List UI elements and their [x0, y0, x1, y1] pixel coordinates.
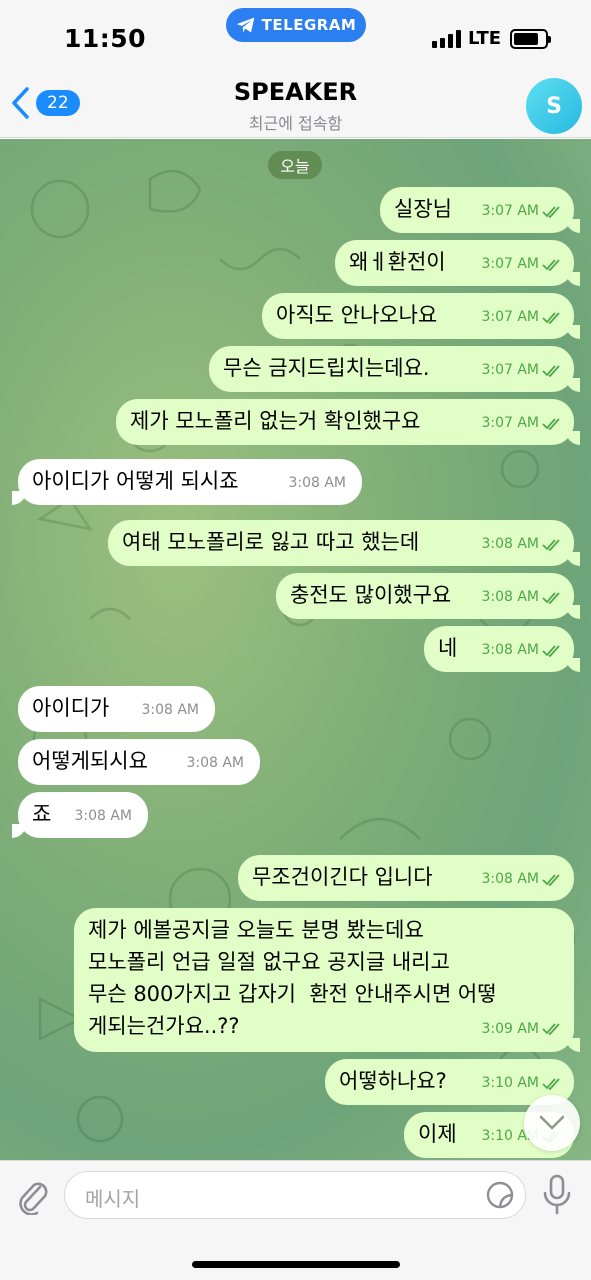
message-text: 여태 모노폴리로 잃고 따고 했는데 — [122, 530, 420, 554]
message-bubble-outgoing[interactable]: 무조건이긴다 입니다 3:08 AM — [238, 855, 574, 901]
message-text: 무슨 금지드립치는데요. — [223, 356, 430, 380]
message-meta: 3:08 AM — [481, 636, 562, 665]
message-bubble-outgoing[interactable]: 충전도 많이했구요 3:08 AM — [276, 573, 580, 619]
message-text: 아이디가 어떻게 되시죠 — [32, 469, 239, 493]
message-text: 왜ㅔ환전이 — [349, 250, 446, 274]
status-bar: 11:50 TELEGRAM LTE — [0, 0, 591, 66]
telegram-pill-label: TELEGRAM — [261, 16, 357, 34]
message-meta: 3:10 AM — [481, 1069, 562, 1098]
message-text: 죠 — [32, 802, 52, 826]
message-text: 실장님 — [394, 197, 452, 221]
message-meta: 3:08 AM — [74, 802, 132, 831]
message-bubble-outgoing[interactable]: 네 3:08 AM — [424, 626, 580, 672]
message-input-placeholder: 메시지 — [85, 1187, 141, 1211]
chat-title[interactable]: SPEAKER — [0, 78, 591, 106]
message-meta: 3:09 AM — [481, 1013, 562, 1045]
message-text: 제가 에볼공지글 오늘도 분명 봤는데요 모노폴리 언급 일절 없구요 공지글 … — [88, 918, 497, 1038]
message-time: 3:07 AM — [481, 362, 539, 378]
telegram-icon — [236, 17, 254, 33]
chat-area[interactable]: 오늘 실장님 3:07 AM 왜ㅔ환전이 3:07 AM 아직도 안나오나요 3… — [0, 139, 591, 1160]
signal-icon — [432, 30, 461, 48]
message-meta: 3:08 AM — [141, 696, 199, 725]
message-text: 이제 — [418, 1122, 457, 1146]
message-text: 아이디가 — [32, 696, 110, 720]
message-time: 3:07 AM — [481, 256, 539, 272]
double-check-icon — [542, 364, 560, 377]
double-check-icon — [542, 417, 560, 430]
microphone-icon[interactable] — [540, 1173, 574, 1217]
message-meta: 3:08 AM — [186, 749, 244, 778]
double-check-icon — [542, 311, 560, 324]
message-time: 3:08 AM — [481, 642, 539, 658]
message-meta: 3:08 AM — [288, 469, 346, 498]
message-time: 3:08 AM — [186, 755, 244, 771]
message-meta: 3:07 AM — [481, 250, 562, 279]
message-bubble-incoming[interactable]: 아이디가 어떻게 되시죠 3:08 AM — [12, 459, 362, 505]
message-time: 3:08 AM — [481, 871, 539, 887]
network-label: LTE — [468, 28, 502, 49]
message-bubble-outgoing[interactable]: 제가 에볼공지글 오늘도 분명 봤는데요 모노폴리 언급 일절 없구요 공지글 … — [74, 908, 580, 1052]
message-time: 3:08 AM — [141, 702, 199, 718]
message-meta: 3:07 AM — [481, 303, 562, 332]
message-time: 3:08 AM — [74, 808, 132, 824]
home-indicator[interactable] — [192, 1261, 400, 1268]
message-time: 3:07 AM — [481, 309, 539, 325]
message-bubble-outgoing[interactable]: 제가 모노폴리 없는거 확인했구요 3:07 AM — [116, 399, 580, 445]
scroll-down-button[interactable] — [524, 1095, 580, 1151]
date-separator: 오늘 — [268, 151, 322, 179]
message-meta: 3:07 AM — [481, 197, 562, 226]
message-time: 3:07 AM — [481, 203, 539, 219]
message-text: 무조건이긴다 입니다 — [252, 865, 433, 889]
message-time: 3:08 AM — [288, 475, 346, 491]
double-check-icon — [542, 205, 560, 218]
double-check-icon — [542, 1077, 560, 1090]
message-text: 네 — [438, 636, 458, 660]
sticker-icon[interactable] — [485, 1180, 515, 1210]
avatar[interactable]: S — [526, 78, 582, 134]
message-bubble-incoming[interactable]: 어떻게되시요 3:08 AM — [18, 739, 260, 785]
message-bubble-outgoing[interactable]: 왜ㅔ환전이 3:07 AM — [335, 240, 580, 286]
double-check-icon — [542, 873, 560, 886]
message-bubble-outgoing[interactable]: 아직도 안나오나요 3:07 AM — [262, 293, 580, 339]
double-check-icon — [542, 1023, 560, 1035]
message-meta: 3:07 AM — [481, 356, 562, 385]
status-time: 11:50 — [64, 24, 147, 53]
message-meta: 3:08 AM — [481, 530, 562, 559]
message-time: 3:08 AM — [481, 536, 539, 552]
message-bubble-outgoing[interactable]: 무슨 금지드립치는데요. 3:07 AM — [209, 346, 580, 392]
message-time: 3:08 AM — [481, 589, 539, 605]
chat-status: 최근에 접속함 — [248, 114, 343, 133]
message-text: 어떻하나요? — [339, 1069, 447, 1093]
paperclip-icon[interactable] — [14, 1175, 50, 1215]
message-input[interactable]: 메시지 — [64, 1171, 526, 1219]
message-text: 어떻게되시요 — [32, 749, 148, 773]
chevron-down-icon — [539, 1115, 565, 1130]
message-text: 아직도 안나오나요 — [276, 303, 438, 327]
message-meta: 3:08 AM — [481, 865, 562, 894]
message-text: 충전도 많이했구요 — [290, 583, 452, 607]
double-check-icon — [542, 258, 560, 271]
message-bubble-incoming[interactable]: 죠 3:08 AM — [12, 792, 148, 838]
message-time: 3:07 AM — [481, 415, 539, 431]
message-text: 제가 모노폴리 없는거 확인했구요 — [130, 409, 421, 433]
chat-header: 22 SPEAKER 최근에 접속함 S — [0, 66, 591, 138]
double-check-icon — [542, 538, 560, 551]
double-check-icon — [542, 591, 560, 604]
message-bubble-outgoing[interactable]: 여태 모노폴리로 잃고 따고 했는데 3:08 AM — [108, 520, 580, 566]
message-time: 3:10 AM — [481, 1075, 539, 1091]
message-time: 3:09 AM — [481, 1021, 539, 1037]
telegram-pill[interactable]: TELEGRAM — [226, 8, 366, 42]
message-bubble-incoming[interactable]: 아이디가 3:08 AM — [18, 686, 215, 732]
message-bubble-outgoing[interactable]: 실장님 3:07 AM — [380, 187, 580, 233]
double-check-icon — [542, 644, 560, 657]
message-meta: 3:07 AM — [481, 409, 562, 438]
battery-icon — [510, 29, 551, 49]
message-meta: 3:08 AM — [481, 583, 562, 612]
